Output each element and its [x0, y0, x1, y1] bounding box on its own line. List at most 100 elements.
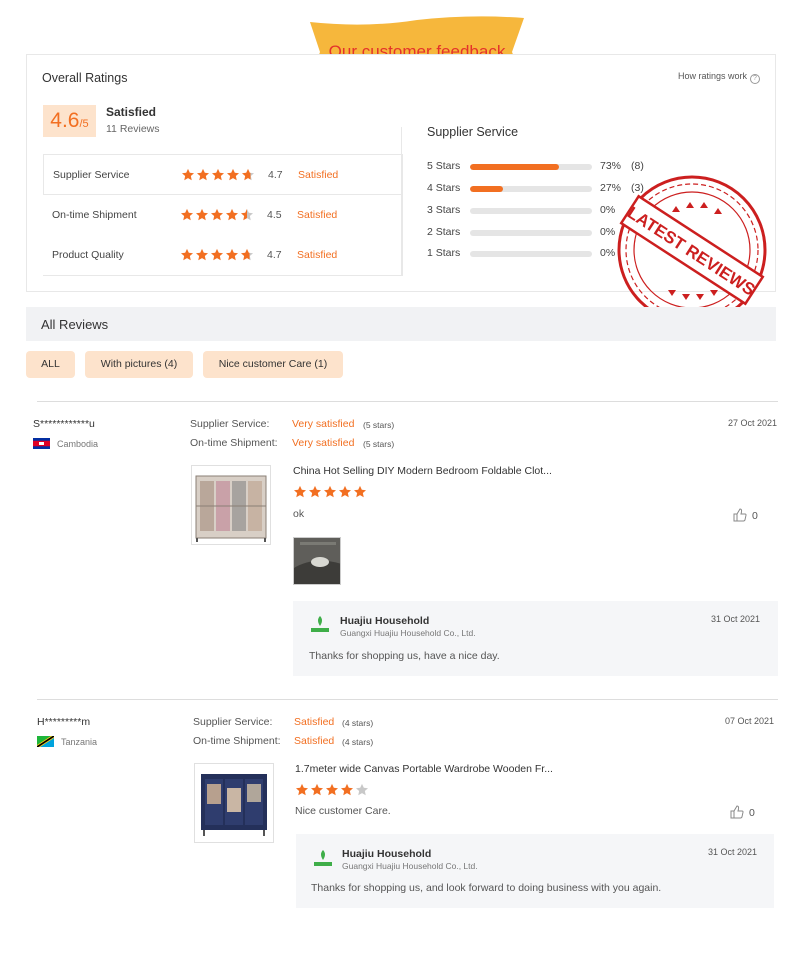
reply-text: Thanks for shopping us, and look forward…: [311, 882, 662, 894]
distribution-label: 1 Stars: [427, 247, 461, 259]
review-date: 27 Oct 2021: [728, 418, 778, 428]
filter-with-pictures[interactable]: With pictures (4): [85, 351, 193, 378]
star-icon: [225, 248, 239, 261]
star-icon: [308, 485, 322, 498]
overall-score-suffix: /5: [79, 118, 89, 130]
category-score: 4.7: [267, 249, 282, 261]
star-icon: [225, 208, 239, 221]
thumbs-up-icon: [733, 508, 747, 522]
supplier-service-label: Supplier Service:: [190, 418, 270, 430]
overall-score: 4.6: [50, 109, 80, 132]
reply-text: Thanks for shopping us, have a nice day.: [309, 650, 500, 662]
on-time-shipment-stars: (5 stars): [363, 439, 395, 449]
star-icon: [338, 485, 352, 498]
like-count: 0: [752, 510, 758, 522]
reply-date: 31 Oct 2021: [711, 614, 761, 624]
like-button[interactable]: 0: [733, 508, 758, 522]
product-title-link[interactable]: 1.7meter wide Canvas Portable Wardrobe W…: [295, 763, 553, 775]
supplier-service-stars: (5 stars): [363, 420, 395, 430]
distribution-label: 2 Stars: [427, 226, 461, 238]
like-count: 0: [749, 807, 755, 819]
how-ratings-work-link[interactable]: How ratings work?: [678, 71, 760, 84]
stamp-text: LATEST REVIEWS: [624, 203, 758, 300]
star-icon: [211, 168, 225, 181]
wardrobe-image: [201, 774, 267, 836]
reviewer-name: S************u: [33, 418, 95, 430]
star-icon: [195, 248, 209, 261]
review-separator: [37, 699, 778, 700]
distribution-bar: [470, 251, 592, 257]
category-label: Product Quality: [52, 249, 124, 261]
category-status: Satisfied: [297, 209, 338, 221]
distribution-bar: [470, 230, 592, 236]
all-reviews-title: All Reviews: [41, 317, 109, 332]
tanzania-flag-icon: [37, 736, 54, 747]
supplier-service-status: Satisfied: [294, 716, 335, 728]
star-icon: [196, 168, 210, 181]
star-icon: [210, 248, 224, 261]
wardrobe-image: [195, 475, 267, 542]
category-stars: [181, 168, 256, 186]
category-row-on-time-shipment: On-time Shipment 4.5 Satisfied: [43, 195, 403, 235]
category-ratings-table: Supplier Service 4.7 Satisfied On-time S…: [43, 154, 403, 276]
distribution-label: 5 Stars: [427, 160, 461, 172]
all-reviews-header: All Reviews: [26, 307, 776, 341]
seller-name: Huajiu Household: [340, 615, 430, 627]
reviews-count: 11 Reviews: [106, 123, 160, 135]
category-label: On-time Shipment: [52, 209, 137, 221]
seller-logo-icon: [314, 850, 332, 866]
reply-date: 31 Oct 2021: [708, 847, 758, 857]
star-icon: [241, 168, 255, 181]
star-icon: [180, 248, 194, 261]
review-rating-stars: [293, 485, 368, 503]
review-photo[interactable]: [293, 537, 341, 585]
distribution-bar: [470, 186, 592, 192]
review-rating-stars: [295, 783, 370, 801]
review-text: ok: [293, 508, 305, 520]
review-text: Nice customer Care.: [295, 805, 391, 817]
question-circle-icon: ?: [750, 74, 760, 84]
how-ratings-work-label: How ratings work: [677, 71, 747, 81]
star-icon: [195, 208, 209, 221]
category-stars: [180, 248, 255, 266]
product-thumbnail[interactable]: [194, 763, 274, 843]
on-time-shipment-stars: (4 stars): [342, 737, 374, 747]
supplier-service-status: Very satisfied: [292, 418, 355, 430]
supplier-service-title: Supplier Service: [427, 125, 519, 139]
on-time-shipment-status: Very satisfied: [292, 437, 355, 449]
thumbs-up-icon: [730, 805, 744, 819]
reviewer-country: Cambodia: [57, 439, 99, 449]
overall-ratings-title: Overall Ratings: [42, 71, 128, 85]
category-row-product-quality: Product Quality 4.7 Satisfied: [43, 235, 403, 275]
star-icon: [240, 208, 254, 221]
category-stars: [180, 208, 255, 226]
on-time-shipment-status: Satisfied: [294, 735, 335, 747]
star-icon: [226, 168, 240, 181]
distribution-label: 3 Stars: [427, 204, 461, 216]
star-icon: [210, 208, 224, 221]
category-status: Satisfied: [298, 169, 339, 181]
distribution-bar-fill: [470, 164, 560, 170]
product-thumbnail[interactable]: [191, 465, 271, 545]
distribution-bar-fill: [470, 186, 503, 192]
filter-nice-customer-care[interactable]: Nice customer Care (1): [203, 351, 343, 378]
category-score: 4.5: [267, 209, 282, 221]
review-photo-image: [294, 538, 340, 584]
star-icon: [325, 783, 339, 796]
star-icon: [323, 485, 337, 498]
review-separator: [37, 401, 778, 402]
star-icon: [353, 485, 367, 498]
star-icon: [340, 783, 354, 796]
star-icon: [293, 485, 307, 498]
on-time-shipment-label: On-time Shipment:: [193, 735, 281, 747]
category-status: Satisfied: [297, 249, 338, 261]
filter-all[interactable]: ALL: [26, 351, 75, 378]
category-label: Supplier Service: [53, 169, 130, 181]
like-button[interactable]: 0: [730, 805, 755, 819]
category-row-supplier-service: Supplier Service 4.7 Satisfied: [43, 155, 403, 195]
seller-logo-icon: [311, 616, 329, 632]
product-title-link[interactable]: China Hot Selling DIY Modern Bedroom Fol…: [293, 465, 552, 477]
star-icon: [180, 208, 194, 221]
on-time-shipment-label: On-time Shipment:: [190, 437, 278, 449]
distribution-bar: [470, 164, 592, 170]
